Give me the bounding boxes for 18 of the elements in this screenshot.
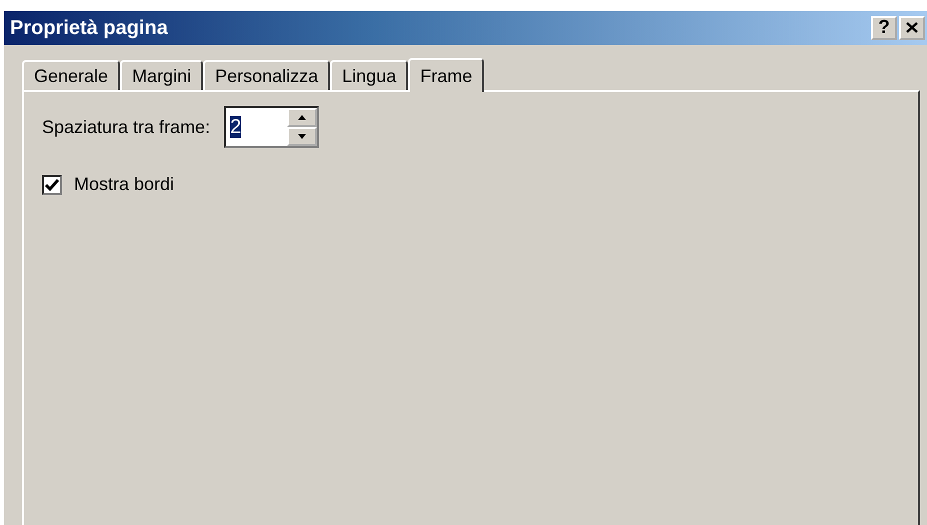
spacing-label: Spaziatura tra frame:: [42, 116, 210, 138]
tab[interactable]: Personalizza: [203, 60, 330, 90]
checkbox-label: Mostra bordi: [74, 174, 174, 195]
spin-field[interactable]: 2: [224, 106, 320, 148]
tab[interactable]: Margini: [120, 60, 204, 90]
checkbox[interactable]: [42, 174, 62, 194]
down-arrow-icon: [298, 134, 306, 139]
tab[interactable]: Lingua: [330, 60, 408, 90]
close-button[interactable]: [899, 16, 925, 40]
spin-up-button[interactable]: [287, 108, 318, 127]
tab[interactable]: Generale: [22, 60, 120, 90]
window-title: Proprietà pagina: [10, 16, 168, 40]
spin-down-button[interactable]: [287, 127, 318, 146]
tab[interactable]: Frame: [408, 58, 484, 92]
close-icon: [906, 22, 918, 33]
check-icon: [45, 178, 59, 190]
up-arrow-icon: [298, 115, 306, 120]
help-button[interactable]: ?: [871, 16, 897, 40]
